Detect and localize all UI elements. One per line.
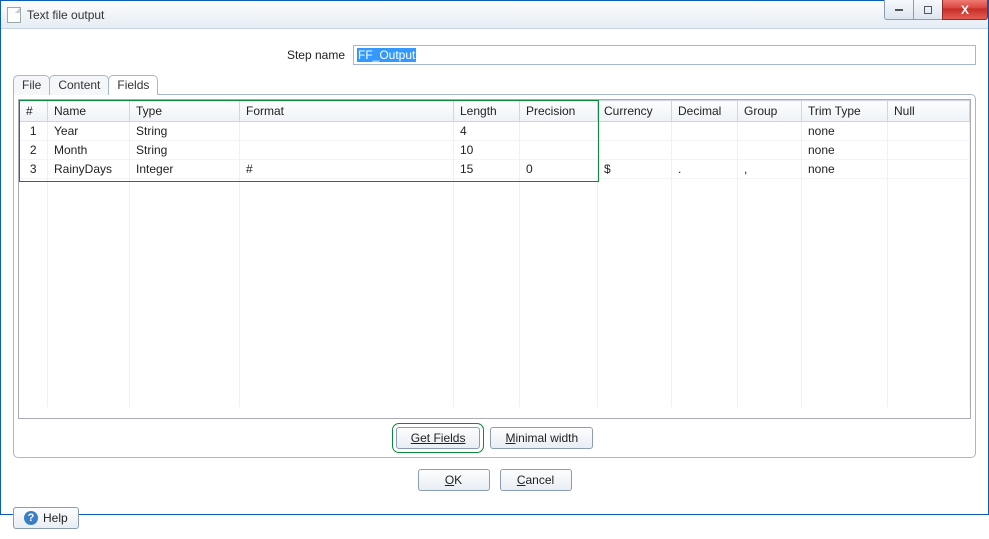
cell-length[interactable]: 10: [454, 141, 520, 160]
table-row-empty: [20, 293, 970, 312]
ok-button[interactable]: OK: [418, 469, 490, 491]
step-name-input[interactable]: FF_Output: [353, 45, 976, 65]
cell-precision[interactable]: [520, 122, 598, 141]
cell-format[interactable]: #: [240, 160, 454, 179]
cell-format[interactable]: [240, 141, 454, 160]
table-row-empty: [20, 350, 970, 369]
col-group[interactable]: Group: [738, 101, 802, 122]
table-row-empty: [20, 198, 970, 217]
cell-idx[interactable]: 2: [20, 141, 48, 160]
col-length[interactable]: Length: [454, 101, 520, 122]
cell-format[interactable]: [240, 122, 454, 141]
cell-precision[interactable]: 0: [520, 160, 598, 179]
cell-decimal[interactable]: [672, 141, 738, 160]
cell-name[interactable]: Month: [48, 141, 130, 160]
cell-currency[interactable]: [598, 141, 672, 160]
cell-decimal[interactable]: [672, 122, 738, 141]
table-row-empty: [20, 312, 970, 331]
col-null[interactable]: Null: [888, 101, 970, 122]
maximize-button[interactable]: [913, 0, 943, 20]
table-row-empty: [20, 217, 970, 236]
col-trim[interactable]: Trim Type: [802, 101, 888, 122]
cell-currency[interactable]: $: [598, 160, 672, 179]
cell-null[interactable]: [888, 122, 970, 141]
fields-grid[interactable]: # Name Type Format Length Precision Curr…: [18, 99, 971, 419]
tab-file[interactable]: File: [13, 75, 50, 95]
cancel-label: Cancel: [517, 473, 554, 487]
table-row[interactable]: 2MonthString 10 none: [20, 141, 970, 160]
cell-idx[interactable]: 3: [20, 160, 48, 179]
cell-type[interactable]: String: [130, 122, 240, 141]
close-button[interactable]: X: [942, 0, 988, 20]
cell-group[interactable]: ,: [738, 160, 802, 179]
document-icon: [7, 7, 21, 23]
window-title: Text file output: [27, 8, 104, 22]
cell-currency[interactable]: [598, 122, 672, 141]
get-fields-label: Get Fields: [411, 431, 466, 445]
table-row-empty: [20, 179, 970, 198]
titlebar: Text file output X: [1, 1, 988, 29]
table-row[interactable]: 1YearString 4 none: [20, 122, 970, 141]
help-icon: ?: [24, 511, 38, 525]
cell-trim[interactable]: none: [802, 141, 888, 160]
cell-idx[interactable]: 1: [20, 122, 48, 141]
tab-fields[interactable]: Fields: [108, 75, 158, 95]
cell-type[interactable]: Integer: [130, 160, 240, 179]
ok-label: OK: [445, 473, 462, 487]
minimal-width-button[interactable]: Minimal width: [490, 427, 593, 449]
cell-group[interactable]: [738, 122, 802, 141]
cell-null[interactable]: [888, 141, 970, 160]
cell-length[interactable]: 4: [454, 122, 520, 141]
cell-trim[interactable]: none: [802, 122, 888, 141]
help-label: Help: [43, 511, 68, 525]
table-row-empty: [20, 369, 970, 388]
step-name-value: FF_Output: [357, 48, 416, 62]
table-row[interactable]: 3RainyDaysInteger#150$.,none: [20, 160, 970, 179]
cancel-button[interactable]: Cancel: [500, 469, 572, 491]
grid-header-row: # Name Type Format Length Precision Curr…: [20, 101, 970, 122]
dialog-button-row: OK Cancel: [13, 461, 976, 495]
table-row-empty: [20, 236, 970, 255]
tab-strip: File Content Fields: [13, 75, 976, 95]
cell-type[interactable]: String: [130, 141, 240, 160]
cell-precision[interactable]: [520, 141, 598, 160]
tab-content[interactable]: Content: [49, 75, 109, 95]
cell-trim[interactable]: none: [802, 160, 888, 179]
minimize-button[interactable]: [884, 0, 914, 20]
col-name[interactable]: Name: [48, 101, 130, 122]
minimal-width-label: Minimal width: [505, 431, 578, 445]
fields-panel: # Name Type Format Length Precision Curr…: [13, 94, 976, 458]
table-row-empty: [20, 255, 970, 274]
col-type[interactable]: Type: [130, 101, 240, 122]
cell-name[interactable]: RainyDays: [48, 160, 130, 179]
col-decimal[interactable]: Decimal: [672, 101, 738, 122]
panel-button-row: Get Fields Minimal width: [18, 419, 971, 453]
step-name-label: Step name: [13, 48, 353, 62]
step-name-row: Step name FF_Output: [13, 45, 976, 65]
cell-null[interactable]: [888, 160, 970, 179]
col-precision[interactable]: Precision: [520, 101, 598, 122]
help-button[interactable]: ? Help: [13, 507, 79, 529]
table-row-empty: [20, 388, 970, 407]
col-currency[interactable]: Currency: [598, 101, 672, 122]
table-row-empty: [20, 274, 970, 293]
cell-decimal[interactable]: .: [672, 160, 738, 179]
cell-group[interactable]: [738, 141, 802, 160]
cell-length[interactable]: 15: [454, 160, 520, 179]
table-row-empty: [20, 331, 970, 350]
col-idx[interactable]: #: [20, 101, 48, 122]
get-fields-button[interactable]: Get Fields: [396, 427, 481, 449]
cell-name[interactable]: Year: [48, 122, 130, 141]
col-format[interactable]: Format: [240, 101, 454, 122]
